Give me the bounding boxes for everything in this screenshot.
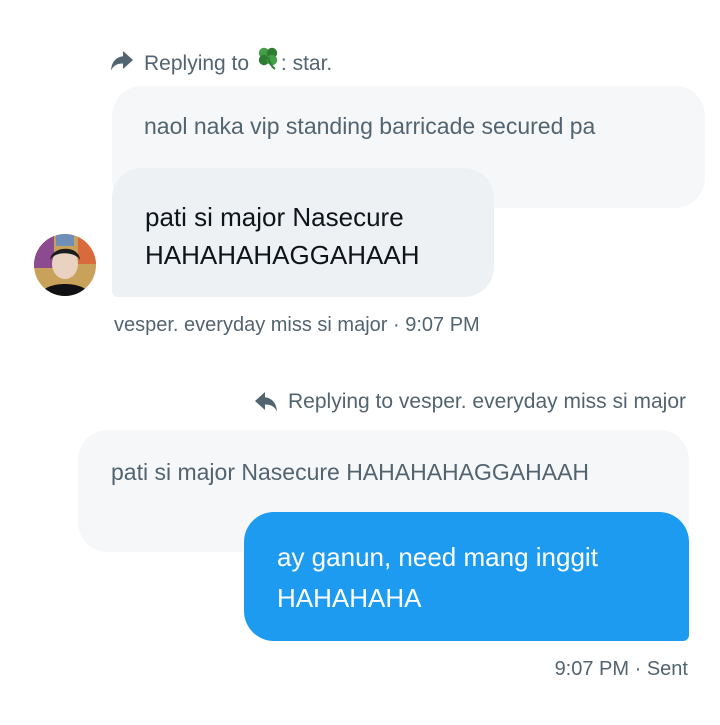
meta-separator: · [634, 658, 642, 680]
reply-target-name: : star. [280, 52, 333, 75]
reply-context-received[interactable]: Replying to : star. [110, 46, 332, 76]
sender-name: vesper. everyday miss si major [114, 314, 388, 336]
message-time: 9:07 PM [405, 314, 480, 336]
received-message-meta: vesper. everyday miss si major · 9:07 PM [114, 314, 480, 337]
message-text-line-2: HAHAHAHAGGAHAAH [145, 240, 420, 270]
reply-context-sent[interactable]: Replying to vesper. everyday miss si maj… [254, 390, 686, 414]
meta-separator: · [392, 314, 400, 336]
delivery-status: Sent [646, 658, 688, 680]
reply-forward-icon [110, 50, 134, 72]
quoted-message-text: pati si major Nasecure HAHAHAHAGGAHAAH [111, 459, 590, 485]
quoted-message-text: naol naka vip standing barricade secured… [144, 113, 596, 139]
sender-avatar[interactable] [34, 234, 96, 296]
message-text-line-2: HAHAHAHA [277, 583, 422, 613]
sent-message-bubble[interactable]: ay ganun, need mang inggit HAHAHAHA [244, 512, 689, 641]
message-time: 9:07 PM [554, 658, 630, 680]
sent-message-meta: 9:07 PM · Sent [555, 658, 688, 681]
user-avatar-icon [34, 234, 96, 296]
message-text-line-1: pati si major Nasecure [145, 202, 404, 232]
reply-prefix: Replying to [144, 52, 250, 75]
received-message-bubble[interactable]: pati si major Nasecure HAHAHAHAGGAHAAH [112, 168, 494, 297]
four-leaf-clover-icon [255, 46, 281, 70]
reply-label-text: Replying to vesper. everyday miss si maj… [288, 390, 686, 413]
reply-back-icon [254, 391, 278, 413]
message-text-line-1: ay ganun, need mang inggit [277, 542, 598, 572]
